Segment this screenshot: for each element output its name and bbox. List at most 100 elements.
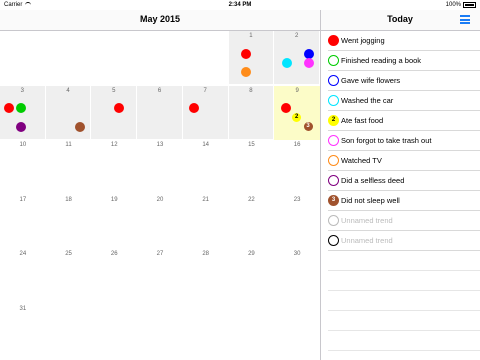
day-number: 12 [110, 142, 118, 148]
trend-row[interactable]: 2 Ate fast food [328, 111, 480, 131]
trend-color-icon [328, 35, 339, 46]
trend-label: Unnamed trend [341, 216, 393, 225]
hamburger-menu-icon[interactable] [460, 15, 470, 24]
calendar-day-17[interactable]: 17 [0, 195, 46, 249]
calendar-day-10[interactable]: 10 [0, 140, 46, 194]
calendar-day-6[interactable]: 6 [137, 85, 183, 140]
trend-label: Ate fast food [341, 116, 384, 125]
calendar-day-28[interactable]: 28 [183, 249, 229, 303]
calendar-day-20[interactable]: 20 [137, 195, 183, 249]
day-number: 18 [65, 196, 72, 203]
calendar-day-4[interactable]: 4 [45, 85, 92, 140]
trend-dot [303, 58, 314, 69]
trend-dot [15, 103, 26, 114]
calendar-day-19[interactable]: 19 [91, 195, 137, 249]
trend-row[interactable]: Son forgot to take trash out [328, 131, 480, 151]
calendar-day-15[interactable]: 15 [229, 140, 275, 194]
trend-color-icon [328, 55, 339, 66]
trend-row[interactable]: Washed the car [328, 91, 480, 111]
trend-label: Unnamed trend [341, 236, 393, 245]
trend-list: Went jogging Finished reading a book Gave … [321, 31, 480, 351]
trend-dot [282, 58, 293, 69]
trend-color-icon [328, 235, 339, 246]
day-number: 19 [110, 196, 118, 203]
battery-icon [463, 2, 476, 8]
day-number: 29 [248, 251, 255, 257]
calendar-day-16[interactable]: 16 [274, 140, 320, 194]
calendar-day-22[interactable]: 22 [229, 195, 275, 249]
day-number: 25 [65, 251, 72, 257]
calendar-day-26[interactable]: 26 [91, 249, 137, 303]
day-number: 17 [19, 196, 27, 203]
trend-label: Did not sleep well [341, 196, 400, 205]
day-number: 5 [112, 87, 116, 94]
calendar-day-27[interactable]: 27 [137, 249, 183, 303]
calendar-day-18[interactable]: 18 [46, 195, 92, 249]
calendar-day-24[interactable]: 24 [0, 249, 46, 303]
calendar-day-7[interactable]: 7 [182, 85, 229, 140]
trend-row[interactable]: Watched TV [328, 151, 480, 171]
day-number: 21 [202, 196, 210, 203]
calendar-day-2[interactable]: 2 [274, 31, 320, 85]
trend-color-icon [328, 215, 339, 226]
day-number: 6 [157, 87, 162, 94]
trend-label: Did a selfless deed [341, 176, 405, 185]
calendar-day-5[interactable]: 5 [91, 85, 138, 140]
day-number: 16 [293, 142, 301, 148]
day-number: 24 [19, 251, 27, 257]
calendar-day-13[interactable]: 13 [137, 140, 183, 194]
calendar-day-3[interactable]: 3 [0, 85, 46, 140]
calendar-day-29[interactable]: 29 [229, 249, 275, 303]
trend-row[interactable]: 3 Did not sleep well [328, 191, 480, 211]
day-number: 7 [203, 87, 207, 94]
trend-dot [240, 49, 251, 60]
calendar-day-9[interactable]: 9 23 [274, 85, 320, 140]
empty-row [328, 311, 480, 331]
day-number: 22 [248, 196, 255, 203]
trend-dot [74, 121, 85, 132]
trend-label: Went jogging [341, 36, 385, 45]
calendar-day-1[interactable]: 1 [228, 31, 275, 85]
calendar-day-21[interactable]: 21 [183, 195, 229, 249]
status-bar: Carrier 2:34 PM 100% [0, 0, 480, 10]
day-number: 1 [249, 33, 253, 39]
calendar-day-25[interactable]: 25 [46, 249, 92, 303]
trend-row[interactable]: Gave wife flowers [328, 71, 480, 91]
day-number: 27 [156, 251, 164, 257]
calendar-day-12[interactable]: 12 [91, 140, 137, 194]
day-number: 4 [66, 87, 70, 94]
calendar-day-30[interactable]: 30 [274, 249, 320, 303]
calendar-day-8[interactable]: 8 [228, 85, 275, 140]
trend-row[interactable]: Did a selfless deed [328, 171, 480, 191]
calendar-day-11[interactable]: 11 [46, 140, 92, 194]
trend-dot [15, 121, 26, 132]
calendar-day-14[interactable]: 14 [183, 140, 229, 194]
trend-color-icon [328, 95, 339, 106]
trend-label: Watched TV [341, 156, 382, 165]
calendar-day-31[interactable]: 31 [0, 304, 46, 358]
calendar-day-23[interactable]: 23 [274, 195, 320, 249]
trend-color-icon [328, 135, 339, 146]
trend-row[interactable]: Unnamed trend [328, 211, 480, 231]
day-number: 20 [156, 196, 164, 203]
day-number: 13 [156, 142, 164, 148]
trend-row[interactable]: Went jogging [328, 31, 480, 51]
calendar-grid: 1 2 3 4 5 6 7 8 9 2 3 10 11 12 13 14 15 16 17 18 19 20 21 22 23 2… [0, 31, 320, 360]
empty-row [328, 331, 480, 351]
trend-color-icon [328, 75, 339, 86]
trend-row[interactable]: Unnamed trend [328, 231, 480, 251]
day-number: 23 [293, 196, 301, 203]
day-number: 15 [248, 142, 255, 148]
day-number: 10 [19, 142, 27, 148]
clock: 2:34 PM [228, 2, 252, 8]
month-title: May 2015 [139, 14, 181, 24]
trend-dot [189, 103, 200, 114]
trend-label: Gave wife flowers [341, 76, 401, 85]
empty-row [328, 271, 480, 291]
day-number: 11 [65, 142, 72, 148]
panel-title: Today [387, 14, 413, 24]
battery-percent: 100% [445, 2, 461, 8]
day-number: 2 [294, 33, 299, 39]
trend-label: Son forgot to take trash out [341, 136, 432, 145]
trend-row[interactable]: Finished reading a book [328, 51, 480, 71]
